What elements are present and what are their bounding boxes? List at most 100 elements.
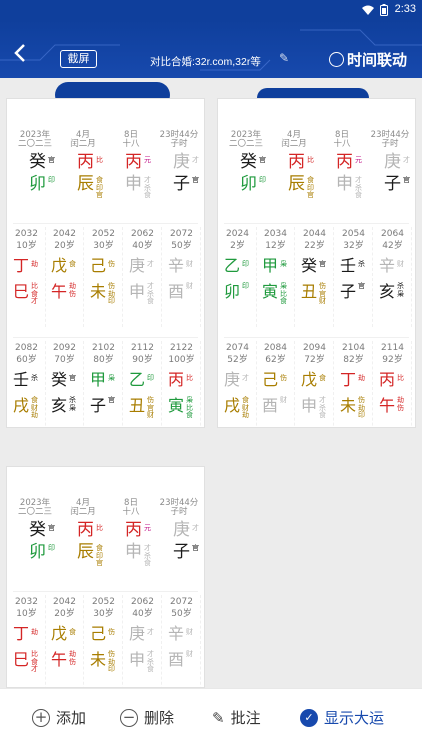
dayun-year: 2024 — [226, 229, 249, 239]
dayun-stem-tag: 官 — [319, 260, 326, 268]
dayun-branch-tag: 食 财 劫 — [242, 396, 249, 419]
dayun-stem: 甲 — [90, 370, 107, 389]
add-button[interactable]: + 添加 — [32, 707, 86, 728]
dayun-stem: 辛 — [379, 256, 396, 275]
date-header-line: 子时 — [170, 507, 188, 517]
plus-icon: + — [32, 708, 50, 727]
dayun-column[interactable]: 2104 82岁丁未 劫伤 劫 印 — [334, 341, 373, 427]
dayun-stem-tag: 杀 — [31, 374, 38, 382]
heavenly-stem: 丙 — [125, 520, 142, 540]
date-header: 23时44分 子时 — [366, 131, 414, 149]
dayun-age: 62岁 — [265, 355, 286, 365]
dayun-stem-tag: 枭 — [280, 260, 287, 268]
dayun-column[interactable]: 2082 60岁壬戌 杀食 财 劫 — [7, 341, 46, 427]
dayun-stem-tag: 官 — [69, 374, 76, 382]
pen-icon[interactable]: ✎ — [279, 51, 289, 65]
dayun-column[interactable]: 2054 32岁壬子 杀官 — [334, 227, 373, 327]
dayun-age: 72岁 — [304, 355, 325, 365]
dayun-column[interactable]: 2032 10岁丁巳 劫比 食 才 — [7, 227, 46, 327]
dayun-branch: 申 — [129, 282, 146, 301]
dayun-branch: 卯 — [224, 282, 241, 301]
branch-tag: 印 — [259, 176, 266, 184]
date-header: 23时44分 子时 — [155, 499, 203, 517]
wifi-icon — [362, 5, 374, 18]
dayun-year: 2042 — [53, 597, 76, 607]
back-arrow-icon[interactable] — [10, 42, 36, 68]
pillar: 丙申 元才 杀 食 — [324, 153, 372, 199]
screenshot-button[interactable]: 截屏 — [60, 50, 97, 68]
dayun-year: 2114 — [381, 343, 404, 353]
dayun-column[interactable]: 2122 100岁丙寅 比枭 比 食 — [162, 341, 201, 427]
dayun-column[interactable]: 2024 2岁乙卯印印 — [218, 227, 257, 327]
dayun-stem: 乙 — [224, 256, 241, 275]
dayun-column[interactable]: 2112 90岁乙丑 印伤 官 财 — [123, 341, 162, 427]
dayun-year: 2064 — [381, 229, 404, 239]
dayun-column[interactable]: 2092 70岁癸亥 官杀 枭 — [45, 341, 84, 427]
stem-tag: 元 — [144, 156, 151, 164]
dayun-branch: 未 — [90, 650, 107, 669]
dayun-column[interactable]: 2074 52岁庚戌 才食 财 劫 — [218, 341, 257, 427]
dayun-column[interactable]: 2114 92岁丙午 比劫 伤 — [373, 341, 412, 427]
earthly-branch: 辰 — [77, 542, 94, 562]
dayun-column[interactable]: 2042 20岁戊午 食劫 伤 — [45, 227, 84, 327]
dayun-year: 2052 — [92, 597, 115, 607]
dayun-column[interactable]: 2064 42岁辛亥 财杀 枭 — [373, 227, 412, 327]
heavenly-stem: 庚 — [384, 152, 401, 172]
dayun-branch: 寅 — [168, 396, 185, 415]
dayun-column[interactable]: 2072 50岁辛酉财财 — [162, 595, 201, 687]
dayun-year: 2112 — [131, 343, 154, 353]
dayun-branch: 申 — [129, 650, 146, 669]
dayun-year: 2062 — [131, 229, 154, 239]
annotate-button[interactable]: ✎ 批注 — [212, 707, 261, 728]
earthly-branch: 卯 — [29, 174, 46, 194]
dayun-stem-tag: 财 — [186, 628, 193, 636]
dayun-age: 90岁 — [132, 355, 153, 365]
date-header: 2023年 二〇二三 — [11, 131, 59, 149]
dayun-column[interactable]: 2102 80岁甲子 枭官 — [84, 341, 123, 427]
dayun-row: 2032 10岁丁巳 劫比 食 才 2042 20岁戊午 食劫 伤 2052 30岁己未 伤伤 … — [7, 595, 204, 687]
dayun-column[interactable]: 2044 22岁癸丑 官伤 官 财 — [295, 227, 334, 327]
dayun-stem: 甲 — [262, 256, 279, 275]
bazi-card[interactable]: 2023年 二〇二三 4月 闰二月 8日 十八 23时44分 子时癸卯官印丙辰比食 印 官丙申… — [6, 466, 205, 688]
dayun-age: 40岁 — [132, 609, 153, 619]
dayun-stem: 辛 — [168, 256, 185, 275]
dayun-column[interactable]: 2072 50岁辛酉财财 — [162, 227, 201, 327]
heavenly-stem: 癸 — [240, 152, 257, 172]
dayun-column[interactable]: 2062 40岁庚申 才才 杀 食 — [123, 227, 162, 327]
dayun-column[interactable]: 2042 20岁戊午 食劫 伤 — [45, 595, 84, 687]
status-bar: 2:33 — [0, 0, 422, 20]
time-linkage-toggle[interactable]: 时间联动 — [329, 49, 407, 70]
dayun-column[interactable]: 2084 62岁己酉 伤财 — [256, 341, 295, 427]
dayun-branch-tag: 劫 伤 — [397, 396, 404, 412]
dayun-year: 2082 — [15, 343, 38, 353]
pillar: 丙辰 比食 印 官 — [276, 153, 324, 199]
dayun-column[interactable]: 2032 10岁丁巳 劫比 食 才 — [7, 595, 46, 687]
heavenly-stem: 丙 — [77, 152, 94, 172]
dayun-age: 70岁 — [54, 355, 75, 365]
dayun-column[interactable]: 2052 30岁己未 伤伤 劫 印 — [84, 595, 123, 687]
dayun-column[interactable]: 2062 40岁庚申 才才 杀 食 — [123, 595, 162, 687]
bazi-card[interactable]: 2023年 二〇二三 4月 闰二月 8日 十八 23时44分 子时癸卯官印丙辰比食 印 官丙申… — [217, 98, 416, 428]
stem-tag: 官 — [48, 156, 55, 164]
show-dayun-button[interactable]: ✓ 显示大运 — [300, 707, 384, 728]
branch-tag: 才 杀 食 — [144, 544, 151, 567]
pillar: 癸卯 官印 — [228, 153, 276, 197]
earthly-branch: 申 — [125, 542, 142, 562]
bazi-card[interactable]: 2023年 二〇二三 4月 闰二月 8日 十八 23时44分 子时癸卯官印丙辰比食 印 官丙申… — [6, 98, 205, 428]
dayun-stem: 丙 — [168, 370, 185, 389]
dayun-column[interactable]: 2094 72岁戊申 食才 杀 食 — [295, 341, 334, 427]
dayun-age: 20岁 — [54, 241, 75, 251]
dayun-branch: 午 — [51, 650, 68, 669]
pillar: 丙辰 比食 印 官 — [65, 152, 113, 199]
branch-tag: 官 — [192, 176, 199, 184]
check-icon: ✓ — [300, 708, 318, 727]
dayun-year: 2054 — [342, 229, 365, 239]
dayun-column[interactable]: 2052 30岁己未 伤伤 劫 印 — [84, 227, 123, 327]
heavenly-stem: 庚 — [173, 152, 190, 172]
dayun-column[interactable]: 2034 12岁甲寅 枭枭 比 食 — [256, 227, 295, 327]
dayun-branch-tag: 伤 劫 印 — [358, 396, 365, 419]
dayun-year: 2072 — [170, 597, 193, 607]
branch-tag: 才 杀 食 — [355, 176, 362, 199]
dayun-year: 2084 — [264, 343, 287, 353]
delete-button[interactable]: − 删除 — [120, 707, 174, 728]
